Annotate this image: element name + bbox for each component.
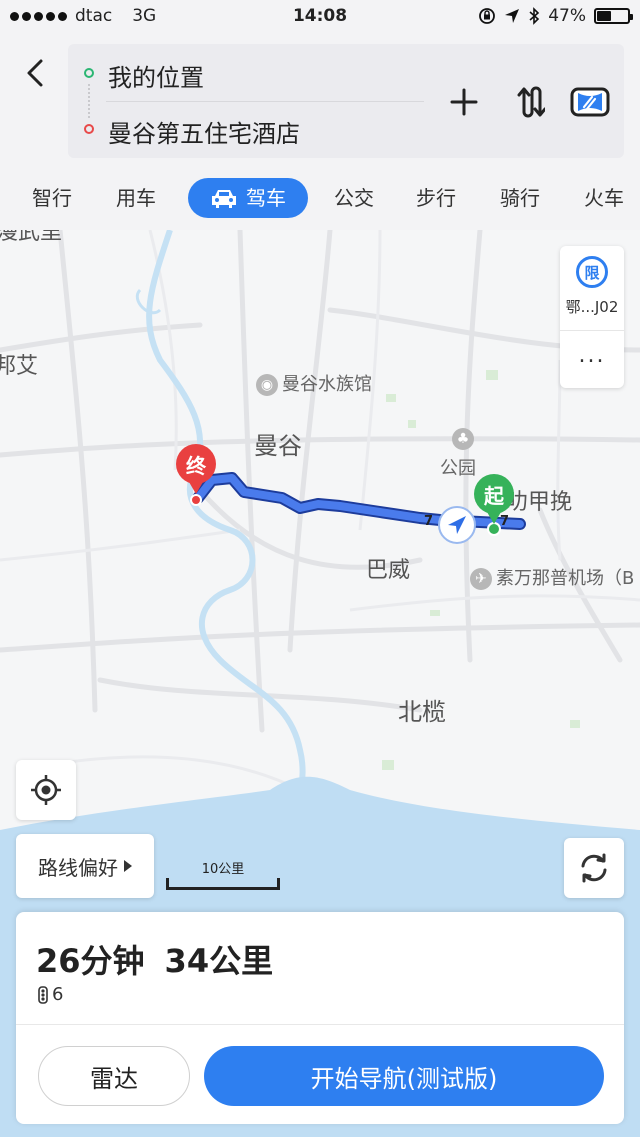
tab-drive[interactable]: 驾车	[188, 178, 308, 218]
start-marker[interactable]: 起	[474, 474, 514, 536]
voice-assistant-button[interactable]	[568, 80, 612, 124]
route-preference-label: 路线偏好	[38, 855, 118, 880]
end-point-icon	[84, 124, 94, 134]
traffic-lights-value: 6	[52, 984, 64, 1005]
current-location-icon	[438, 506, 476, 544]
airport-label: 素万那普机场（B	[496, 568, 635, 589]
map-label-bang-bo: 北榄	[398, 698, 446, 726]
route-summary: 26分钟 34公里	[36, 936, 273, 982]
refresh-icon	[581, 853, 607, 883]
location-arrow-icon	[505, 9, 520, 23]
crosshair-icon	[31, 775, 61, 805]
tab-ride[interactable]: 用车	[116, 178, 156, 218]
tab-cycle[interactable]: 骑行	[500, 178, 540, 218]
refresh-route-button[interactable]	[564, 838, 624, 898]
airport-icon: ✈	[470, 568, 492, 590]
route-connector	[88, 84, 90, 118]
traffic-light-icon	[38, 985, 48, 1004]
map-label-bang-wua: 巴威	[366, 558, 411, 583]
route-summary-card[interactable]: 26分钟 34公里 6 雷达 开始导航(测试版)	[16, 912, 624, 1124]
back-button[interactable]	[18, 56, 52, 90]
bluetooth-icon	[529, 7, 540, 25]
field-divider	[106, 101, 424, 102]
map-label-edge-left: 邦艾	[0, 354, 39, 379]
map-poi-park[interactable]: ♣ 公园	[440, 428, 476, 480]
route-header: 我的位置 曼谷第五住宅酒店 智行 用车 驾车 公交 步行 骑行 火车	[0, 34, 640, 230]
map-label-bangkok: 曼谷	[254, 432, 302, 460]
transport-mode-tabs: 智行 用车 驾车 公交 步行 骑行 火车	[0, 176, 640, 220]
destination-field[interactable]: 曼谷第五住宅酒店	[108, 114, 300, 149]
park-label: 公园	[440, 458, 476, 479]
map-label-edge-top: 漫武里	[0, 230, 63, 245]
tab-train[interactable]: 火车	[584, 178, 624, 218]
voice-assistant-icon	[570, 87, 610, 117]
swap-icon	[517, 86, 545, 118]
map-poi-aquarium[interactable]: ◉ 曼谷水族馆	[256, 370, 372, 396]
destination-dot	[190, 494, 202, 506]
locate-me-button[interactable]	[16, 760, 76, 820]
aquarium-label: 曼谷水族馆	[282, 374, 372, 395]
start-marker-label: 起	[474, 474, 514, 524]
plus-icon	[450, 88, 478, 116]
map-scale: 10公里	[166, 858, 280, 890]
triangle-right-icon	[124, 860, 132, 872]
map-poi-airport[interactable]: ✈ 素万那普机场（B	[470, 564, 634, 590]
start-navigation-button[interactable]: 开始导航(测试版)	[204, 1046, 604, 1106]
license-plate[interactable]: 鄂...J02	[560, 296, 624, 317]
orientation-lock-icon	[479, 8, 496, 24]
radar-button[interactable]: 雷达	[38, 1046, 190, 1106]
traffic-restriction-badge[interactable]: 限	[576, 256, 608, 288]
tab-smart[interactable]: 智行	[32, 178, 72, 218]
destination-marker-label: 终	[176, 444, 216, 494]
park-icon: ♣	[452, 428, 474, 450]
side-panel-divider	[560, 330, 624, 331]
add-waypoint-button[interactable]	[442, 80, 486, 124]
tab-walk[interactable]: 步行	[416, 178, 456, 218]
traffic-lights-count: 6	[36, 984, 63, 1005]
scale-bar	[166, 878, 280, 890]
tab-drive-label: 驾车	[246, 186, 286, 210]
destination-marker[interactable]: 终	[176, 444, 216, 506]
route-duration: 26分钟	[36, 942, 145, 980]
car-icon	[212, 190, 236, 208]
map-side-panel: 限 鄂...J02 ...	[560, 246, 624, 388]
start-point-icon	[84, 68, 94, 78]
swap-route-button[interactable]	[508, 80, 552, 124]
aquarium-icon: ◉	[256, 374, 278, 396]
battery-icon	[594, 8, 633, 24]
status-bar: dtac 3G 14:08 47%	[0, 0, 640, 34]
battery-percent: 47%	[548, 6, 586, 26]
start-dot	[487, 522, 501, 536]
route-preference-button[interactable]: 路线偏好	[16, 834, 154, 898]
scale-label: 10公里	[201, 862, 245, 877]
start-location-field[interactable]: 我的位置	[108, 58, 204, 93]
route-input-box: 我的位置 曼谷第五住宅酒店	[68, 44, 624, 158]
more-options-button[interactable]: ...	[560, 345, 624, 367]
tab-transit[interactable]: 公交	[334, 178, 374, 218]
card-divider	[16, 1024, 624, 1025]
route-badge-left: 7	[424, 514, 434, 529]
map-label-lat-krabang: 叻甲挽	[506, 490, 573, 515]
chevron-left-icon	[27, 59, 43, 87]
route-distance: 34公里	[164, 942, 274, 980]
